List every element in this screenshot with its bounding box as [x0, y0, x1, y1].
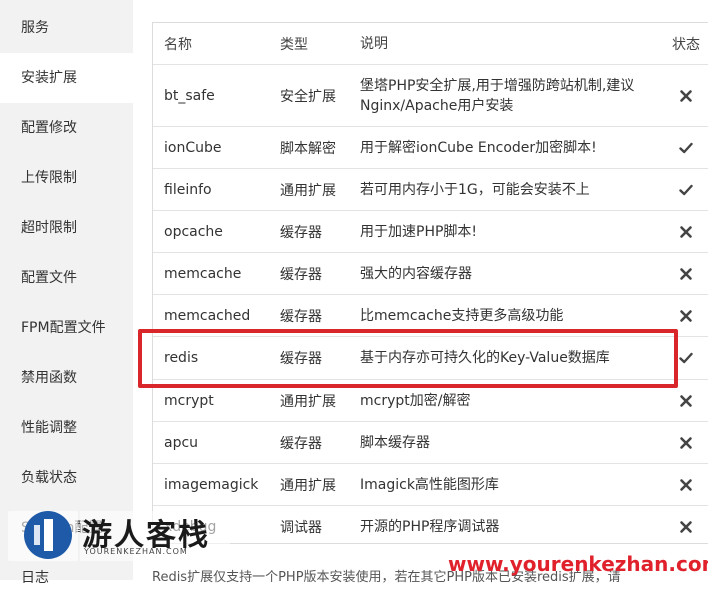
- cell-type: 调试器: [280, 519, 322, 536]
- cell-name: fileinfo: [164, 181, 212, 198]
- cell-name: imagemagick: [164, 476, 259, 493]
- extensions-table: 名称 类型 说明 状态 bt_safe 安全扩展 堡塔PHP安全扩展,用于增强防跨站机制,建…: [152, 22, 708, 544]
- sidebar-item-label: 日志: [21, 570, 49, 586]
- sidebar-item[interactable]: 日志: [0, 553, 133, 603]
- sidebar-item[interactable]: 配置文件: [0, 253, 133, 303]
- sidebar-item[interactable]: FPM配置文件: [0, 303, 133, 353]
- sidebar-item-label: 负载状态: [21, 470, 77, 486]
- watermark-subtitle: YOURENKEZHAN.COM: [84, 547, 188, 556]
- table-row: memcached 缓存器 比memcache支持更多高级功能: [153, 295, 708, 337]
- sidebar: 服务安装扩展配置修改上传限制超时限制配置文件 FPM配置文件 禁用函数性能调整负载状…: [0, 0, 133, 586]
- cell-desc: mcrypt加密/解密: [360, 392, 471, 409]
- table-row: xdebug 调试器 开源的PHP程序调试器: [153, 506, 708, 543]
- cell-name: redis: [164, 350, 199, 366]
- cell-desc: 基于内存亦可持久化的Key-Value数据库: [360, 350, 610, 366]
- column-header-type: 类型: [280, 36, 308, 53]
- status-cell: [671, 253, 701, 294]
- status-cell: [671, 211, 701, 252]
- sidebar-item-label: 安装扩展: [21, 70, 77, 86]
- table-row: memcache 缓存器 强大的内容缓存器: [153, 253, 708, 295]
- cell-type: 缓存器: [280, 308, 322, 325]
- status-cell: [671, 169, 701, 210]
- cell-desc: 用于加速PHP脚本!: [360, 223, 478, 240]
- cell-type: 缓存器: [280, 266, 322, 283]
- sidebar-item[interactable]: 服务: [0, 3, 133, 53]
- sidebar-item[interactable]: 安装扩展: [0, 53, 133, 103]
- sidebar-item[interactable]: 禁用函数: [0, 353, 133, 403]
- sidebar-item[interactable]: 上传限制: [0, 153, 133, 203]
- table-row: imagemagick 通用扩展 Imagick高性能图形库: [153, 464, 708, 506]
- cell-name: opcache: [164, 223, 223, 240]
- sidebar-item[interactable]: 超时限制: [0, 203, 133, 253]
- table-row: mcrypt 通用扩展 mcrypt加密/解密: [153, 380, 708, 422]
- close-icon[interactable]: [679, 436, 693, 450]
- sidebar-item[interactable]: 配置修改: [0, 103, 133, 153]
- cell-name: mcrypt: [164, 392, 214, 409]
- status-cell: [671, 127, 701, 168]
- cell-type: 安全扩展: [280, 88, 336, 105]
- sidebar-item-label: 超时限制: [21, 220, 77, 236]
- status-cell: [671, 295, 701, 336]
- close-icon[interactable]: [679, 89, 693, 103]
- cell-name: apcu: [164, 434, 199, 451]
- cell-name: memcache: [164, 265, 242, 282]
- sidebar-item[interactable]: 负载状态: [0, 453, 133, 503]
- sidebar-item-label: 配置文件: [21, 270, 77, 286]
- cell-desc: Imagick高性能图形库: [360, 476, 499, 493]
- check-icon[interactable]: [679, 183, 693, 197]
- cell-type: 缓存器: [280, 351, 322, 367]
- column-header-status: 状态: [672, 36, 700, 53]
- cell-type: 通用扩展: [280, 182, 336, 199]
- sidebar-item-label: 禁用函数: [21, 370, 77, 386]
- cell-type: 缓存器: [280, 224, 322, 241]
- table-header-row: 名称 类型 说明 状态: [153, 23, 708, 65]
- cell-name: bt_safe: [164, 87, 215, 104]
- status-cell: [671, 65, 701, 126]
- status-cell: [671, 380, 701, 421]
- cell-desc: 若可用内存小于1G，可能会安装不上: [360, 181, 590, 198]
- sidebar-item-label: 配置修改: [21, 120, 77, 136]
- sidebar-item-label: 服务: [21, 20, 49, 36]
- cell-desc: 脚本缓存器: [360, 434, 430, 451]
- close-icon[interactable]: [679, 478, 693, 492]
- cell-desc: 强大的内容缓存器: [360, 265, 472, 282]
- column-header-desc: 说明: [360, 35, 388, 52]
- sidebar-item-label: FPM配置文件: [21, 320, 106, 336]
- close-icon[interactable]: [679, 225, 693, 239]
- close-icon[interactable]: [679, 309, 693, 323]
- table-row: fileinfo 通用扩展 若可用内存小于1G，可能会安装不上: [153, 169, 708, 211]
- table-row: apcu 缓存器 脚本缓存器: [153, 422, 708, 464]
- status-cell: [671, 506, 701, 543]
- status-cell: [671, 464, 701, 505]
- cell-name: ionCube: [164, 139, 222, 156]
- cell-desc: 堡塔PHP安全扩展,用于增强防跨站机制,建议Nginx/Apache用户安装: [360, 77, 635, 114]
- cell-desc: 开源的PHP程序调试器: [360, 518, 500, 535]
- cell-type: 缓存器: [280, 435, 322, 452]
- watermark-url: www.yourenkezhan.com: [448, 552, 708, 576]
- sidebar-item-label: 上传限制: [21, 170, 77, 186]
- sidebar-item-label: 性能调整: [21, 420, 77, 436]
- table-row: redis 缓存器 基于内存亦可持久化的Key-Value数据库: [153, 337, 708, 380]
- cell-type: 通用扩展: [280, 477, 336, 494]
- cell-type: 通用扩展: [280, 393, 336, 410]
- close-icon[interactable]: [679, 394, 693, 408]
- status-cell: [671, 337, 701, 379]
- column-header-name: 名称: [164, 36, 192, 53]
- table-row: opcache 缓存器 用于加速PHP脚本!: [153, 211, 708, 253]
- cell-type: 脚本解密: [280, 140, 336, 157]
- table-row: ionCube 脚本解密 用于解密ionCube Encoder加密脚本!: [153, 127, 708, 169]
- status-cell: [671, 422, 701, 463]
- check-icon[interactable]: [679, 141, 693, 155]
- cell-name: memcached: [164, 307, 251, 324]
- sidebar-item[interactable]: 性能调整: [0, 403, 133, 453]
- close-icon[interactable]: [679, 520, 693, 534]
- cell-desc: 用于解密ionCube Encoder加密脚本!: [360, 139, 597, 156]
- close-icon[interactable]: [679, 267, 693, 281]
- cell-desc: 比memcache支持更多高级功能: [360, 307, 564, 324]
- table-row: bt_safe 安全扩展 堡塔PHP安全扩展,用于增强防跨站机制,建议Nginx/A…: [153, 65, 708, 127]
- check-icon[interactable]: [679, 351, 693, 365]
